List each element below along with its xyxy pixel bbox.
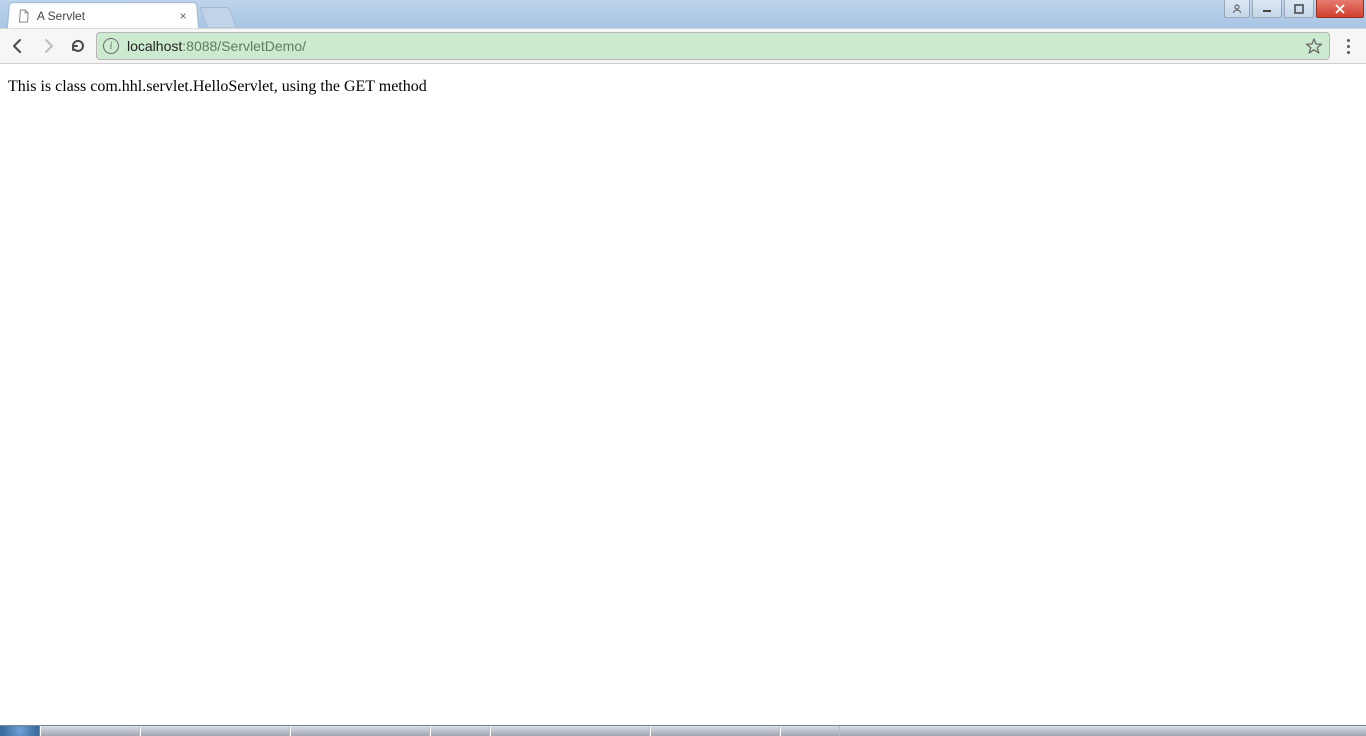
tab-active[interactable]: A Servlet × [7,2,199,28]
taskbar-item[interactable] [650,726,780,736]
reload-button[interactable] [66,34,90,58]
os-taskbar[interactable] [0,725,1366,736]
page-content: This is class com.hhl.servlet.HelloServl… [0,64,1366,110]
new-tab-button[interactable] [199,7,236,27]
kebab-icon [1347,39,1350,54]
tab-title: A Servlet [37,9,172,23]
minimize-button[interactable] [1252,0,1282,18]
close-button[interactable] [1316,0,1364,18]
user-button[interactable] [1224,0,1250,18]
tab-close-icon[interactable]: × [177,10,190,22]
browser-title-bar: A Servlet × [0,0,1366,28]
start-button[interactable] [0,726,40,736]
taskbar-item[interactable] [430,726,490,736]
page-icon [16,9,31,23]
url-path: :8088/ServletDemo/ [182,38,306,54]
address-bar[interactable]: i localhost:8088/ServletDemo/ [96,32,1330,60]
browser-toolbar: i localhost:8088/ServletDemo/ [0,28,1366,64]
taskbar-item[interactable] [490,726,650,736]
tab-strip: A Servlet × [0,0,233,28]
taskbar-item[interactable] [780,726,840,736]
taskbar-item[interactable] [40,726,140,736]
page-body-text: This is class com.hhl.servlet.HelloServl… [8,78,1358,96]
bookmark-star-icon[interactable] [1305,37,1323,55]
window-controls [1222,0,1364,20]
url-text: localhost:8088/ServletDemo/ [127,38,1305,54]
maximize-button[interactable] [1284,0,1314,18]
taskbar-item[interactable] [290,726,430,736]
site-info-icon[interactable]: i [103,38,119,54]
back-button[interactable] [6,34,30,58]
menu-button[interactable] [1336,34,1360,58]
url-host: localhost [127,38,182,54]
forward-button[interactable] [36,34,60,58]
taskbar-item[interactable] [140,726,290,736]
